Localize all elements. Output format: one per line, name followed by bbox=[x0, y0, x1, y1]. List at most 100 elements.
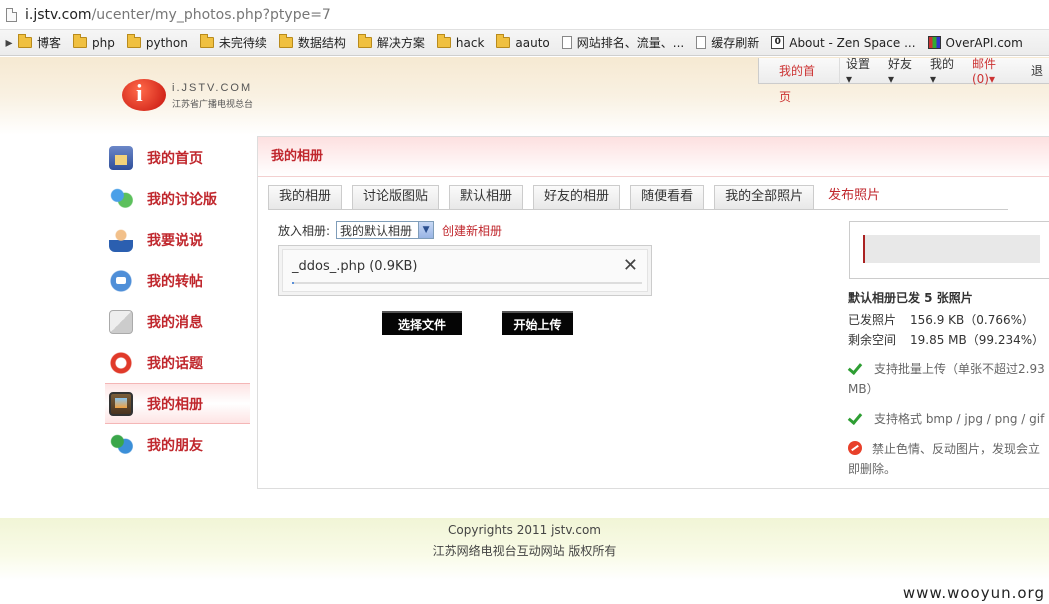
stats-row-sent: 已发照片 156.9 KB（0.766%） bbox=[848, 310, 1049, 330]
folder-icon bbox=[126, 34, 141, 48]
folder-icon bbox=[18, 34, 32, 48]
bookmark-item[interactable]: 网站排名、流量、... bbox=[561, 34, 685, 51]
bookmark-item[interactable]: php bbox=[73, 34, 115, 50]
nav-home-link[interactable]: 我的首页 bbox=[759, 57, 840, 104]
sidebar-item-albums[interactable]: 我的相册 bbox=[105, 383, 250, 424]
nav-settings-menu[interactable]: 设置▾ bbox=[840, 55, 882, 86]
album-select[interactable]: 我的默认相册 ▼ bbox=[336, 221, 435, 239]
bookmark-item[interactable]: 缓存刷新 bbox=[696, 34, 759, 51]
sidebar-item-messages[interactable]: 我的消息 bbox=[105, 301, 250, 342]
bookmark-item[interactable]: 博客 bbox=[18, 34, 61, 51]
bookmark-label: hack bbox=[455, 35, 485, 50]
upload-progress-fill bbox=[292, 282, 294, 284]
tab-friends-albums[interactable]: 好友的相册 bbox=[533, 185, 621, 209]
note-text: 禁止色情、反动图片，发现会立即删除。 bbox=[848, 442, 1041, 476]
choose-file-button[interactable]: 选择文件 bbox=[382, 311, 462, 335]
sidebar-item-label: 我要说说 bbox=[147, 232, 203, 249]
close-icon[interactable]: ✕ bbox=[623, 255, 638, 276]
note-text: 支持格式 bmp / jpg / png / gif bbox=[874, 412, 1045, 426]
sidebar-item-label: 我的话题 bbox=[147, 355, 203, 372]
note-formats: 支持格式 bmp / jpg / png / gif bbox=[848, 409, 1049, 429]
bookmarks-bar: ▸ 博客 php python 未完待续 数据结构 解决方案 hack aaut… bbox=[0, 30, 1049, 56]
bookmark-item[interactable]: OverAPI.com bbox=[927, 35, 1023, 50]
nav-mine-menu[interactable]: 我的▾ bbox=[924, 55, 966, 86]
sidebar-item-label: 我的消息 bbox=[147, 314, 203, 331]
sidebar-item-forum[interactable]: 我的讨论版 bbox=[105, 178, 250, 219]
bookmarks-overflow-left-icon[interactable]: ▸ bbox=[0, 35, 18, 51]
start-upload-button[interactable]: 开始上传 bbox=[502, 311, 573, 335]
sidebar-item-topics[interactable]: 我的话题 bbox=[105, 342, 250, 383]
sidebar-item-label: 我的朋友 bbox=[147, 437, 203, 454]
logo-org-name: 江苏省广播电视总台 bbox=[172, 100, 254, 110]
bookmark-label: 未完待续 bbox=[218, 36, 267, 50]
stats-title: 默认相册已发 5 张照片 bbox=[848, 291, 973, 305]
stats-row-free: 剩余空间 19.85 MB（99.234%） bbox=[848, 330, 1049, 350]
folder-icon bbox=[436, 34, 451, 48]
overapi-icon bbox=[927, 36, 941, 49]
sidebar-item-repost[interactable]: 我的转帖 bbox=[105, 260, 250, 301]
album-tabs: 我的相册 讨论版图贴 默认相册 好友的相册 随便看看 我的全部照片 发布照片 bbox=[268, 184, 1008, 210]
album-select-label: 放入相册: bbox=[278, 223, 331, 238]
bookmark-item[interactable]: 数据结构 bbox=[278, 34, 346, 51]
document-icon bbox=[696, 36, 707, 49]
bookmark-item[interactable]: 0 About - Zen Space ... bbox=[771, 36, 916, 50]
bookmark-item[interactable]: aauto bbox=[496, 34, 550, 50]
tab-default-album[interactable]: 默认相册 bbox=[449, 185, 524, 209]
url-path: /ucenter/my_photos.php?ptype=7 bbox=[91, 6, 331, 23]
bookmark-item[interactable]: 未完待续 bbox=[199, 34, 267, 51]
stats-value: 156.9 KB（0.766%） bbox=[910, 313, 1035, 327]
tab-browse[interactable]: 随便看看 bbox=[630, 185, 705, 209]
chevron-down-icon[interactable]: ▼ bbox=[418, 222, 434, 238]
tab-all-photos[interactable]: 我的全部照片 bbox=[714, 185, 815, 209]
check-icon bbox=[848, 361, 864, 375]
note-forbidden: 禁止色情、反动图片，发现会立即删除。 bbox=[848, 439, 1049, 479]
footer-rights: 江苏网络电视台互动网站 版权所有 bbox=[432, 544, 617, 558]
sidebar-item-label: 我的首页 bbox=[147, 150, 203, 167]
nav-mail-menu[interactable]: 邮件(0)▾ bbox=[966, 55, 1025, 86]
folder-icon bbox=[73, 34, 88, 48]
user-icon bbox=[109, 227, 133, 252]
lifebuoy-icon bbox=[109, 350, 133, 375]
upload-file-name: _ddos_.php (0.9KB) bbox=[292, 259, 418, 274]
nav-friends-menu[interactable]: 好友▾ bbox=[882, 55, 924, 86]
logo-domain: i.JSTV.COM bbox=[172, 82, 253, 94]
bookmark-label: php bbox=[92, 35, 115, 50]
note-text: 支持批量上传（单张不超过2.93 MB） bbox=[848, 362, 1045, 396]
address-bar[interactable]: i.jstv.com/ucenter/my_photos.php?ptype=7 bbox=[0, 0, 1049, 30]
sidebar-item-label: 我的相册 bbox=[147, 396, 203, 413]
tab-forum-photos[interactable]: 讨论版图贴 bbox=[352, 185, 440, 209]
sidebar-item-friends[interactable]: 我的朋友 bbox=[105, 424, 250, 465]
site-logo[interactable]: i i.JSTV.COM 江苏省广播电视总台 bbox=[122, 76, 272, 116]
url-text[interactable]: i.jstv.com/ucenter/my_photos.php?ptype=7 bbox=[25, 7, 331, 23]
logo-mark-letter: i bbox=[136, 81, 143, 107]
bookmark-label: 网站排名、流量、... bbox=[576, 36, 685, 50]
bookmark-item[interactable]: hack bbox=[436, 34, 485, 50]
sidebar: 我的首页 我的讨论版 我要说说 我的转帖 我的消息 我的话题 我的相册 我的朋友 bbox=[105, 137, 250, 465]
top-nav: 我的首页 设置▾ 好友▾ 我的▾ 邮件(0)▾ 退 bbox=[758, 55, 1049, 104]
bookmark-label: 缓存刷新 bbox=[711, 36, 760, 50]
photo-icon bbox=[109, 391, 133, 416]
footer-copyright: Copyrights 2011 jstv.com bbox=[448, 523, 601, 537]
message-icon bbox=[109, 309, 133, 334]
bookmark-item[interactable]: 解决方案 bbox=[357, 34, 425, 51]
create-album-link[interactable]: 创建新相册 bbox=[442, 222, 502, 239]
tab-my-albums[interactable]: 我的相册 bbox=[268, 185, 343, 209]
note-batch-upload: 支持批量上传（单张不超过2.93 MB） bbox=[848, 359, 1049, 399]
sidebar-item-home[interactable]: 我的首页 bbox=[105, 137, 250, 178]
bookmark-item[interactable]: python bbox=[126, 34, 188, 50]
folder-icon bbox=[357, 34, 372, 48]
album-select-value: 我的默认相册 bbox=[340, 223, 413, 238]
home-icon bbox=[109, 145, 133, 170]
folder-icon bbox=[199, 34, 214, 48]
repost-icon bbox=[109, 268, 133, 293]
page-title: 我的相册 bbox=[258, 137, 1049, 177]
tab-publish-photo[interactable]: 发布照片 bbox=[824, 185, 884, 209]
site-footer: Copyrights 2011 jstv.com 江苏网络电视台互动网站 版权所… bbox=[0, 518, 1049, 580]
sidebar-item-say[interactable]: 我要说说 bbox=[105, 219, 250, 260]
url-host: i.jstv.com bbox=[25, 6, 92, 23]
forbidden-icon bbox=[848, 441, 862, 455]
folder-icon bbox=[496, 34, 511, 48]
nav-logout-link[interactable]: 退 bbox=[1025, 62, 1049, 79]
document-icon bbox=[561, 36, 572, 49]
bookmark-label: OverAPI.com bbox=[945, 35, 1023, 50]
